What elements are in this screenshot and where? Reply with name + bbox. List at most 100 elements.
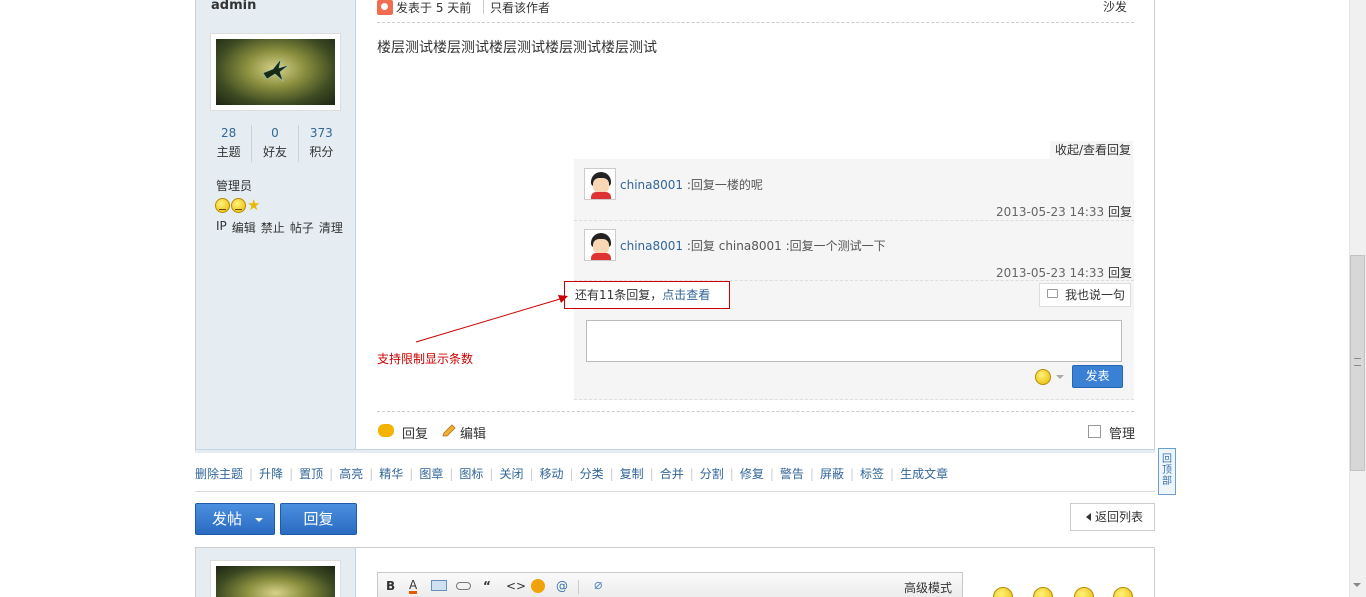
author-avatar[interactable] bbox=[210, 33, 341, 111]
divider bbox=[195, 491, 1155, 492]
comment-text: :回复一楼的呢 bbox=[686, 178, 763, 192]
author-name[interactable]: admin bbox=[211, 0, 256, 13]
mod-action[interactable]: 生成文章 bbox=[900, 465, 948, 483]
annotation-label: 支持限制显示条数 bbox=[377, 352, 474, 366]
comment-avatar[interactable] bbox=[584, 168, 616, 200]
comment-text: :回复 china8001 :回复一个测试一下 bbox=[686, 239, 886, 253]
comment-bubble-icon bbox=[1047, 289, 1058, 298]
divider bbox=[377, 411, 1134, 412]
post-divider bbox=[195, 449, 1155, 453]
author-stats: 28 主题 0 好友 373 积分 bbox=[206, 125, 344, 162]
back-to-list-button[interactable]: 返回列表 bbox=[1070, 503, 1155, 531]
mod-action[interactable]: 警告 bbox=[780, 465, 804, 483]
comment-user-link[interactable]: china8001 bbox=[620, 178, 683, 192]
scroll-down-arrow-icon[interactable] bbox=[1353, 583, 1361, 587]
smiley-picker-icon[interactable] bbox=[1035, 369, 1051, 385]
comment-user-link[interactable]: china8001 bbox=[620, 239, 683, 253]
font-color-button[interactable]: A bbox=[409, 579, 418, 594]
comment-avatar[interactable] bbox=[584, 229, 616, 261]
comment-item: china8001 :回复 china8001 :回复一个测试一下 bbox=[620, 237, 886, 254]
mod-action[interactable]: 分割 bbox=[700, 465, 724, 483]
add-comment-button[interactable]: 我也说一句 bbox=[1039, 283, 1131, 307]
divider bbox=[377, 22, 1134, 23]
mod-action[interactable]: 标签 bbox=[860, 465, 884, 483]
mod-action[interactable]: 高亮 bbox=[339, 465, 363, 483]
admin-link-ban[interactable]: 禁止 bbox=[261, 219, 285, 236]
mod-action[interactable]: 置顶 bbox=[299, 465, 323, 483]
mod-action[interactable]: 复制 bbox=[620, 465, 644, 483]
chevron-down-icon bbox=[255, 518, 263, 522]
comment-item: china8001 :回复一楼的呢 bbox=[620, 176, 763, 193]
comment-time: 2013-05-23 14:33 bbox=[996, 266, 1105, 280]
new-post-button[interactable]: 发帖 bbox=[195, 503, 275, 535]
mod-action[interactable]: 屏蔽 bbox=[820, 465, 844, 483]
mod-action[interactable]: 升降 bbox=[259, 465, 283, 483]
stat-points[interactable]: 373 积分 bbox=[297, 125, 344, 162]
reply-link[interactable]: 回复 bbox=[402, 423, 428, 442]
comment-reply-link[interactable]: 回复 bbox=[1108, 266, 1132, 280]
admin-link-posts[interactable]: 帖子 bbox=[290, 219, 314, 236]
moderation-bar: 删除主题 | 升降 | 置顶 | 高亮 | 精华 | 图章 | 图标 | 关闭 | 移动 | 分类… bbox=[195, 465, 949, 483]
pencil-icon[interactable] bbox=[441, 424, 457, 438]
mod-action[interactable]: 图标 bbox=[459, 465, 483, 483]
online-status-icon bbox=[377, 0, 393, 15]
admin-link-edit[interactable]: 编辑 bbox=[232, 219, 256, 236]
stat-threads[interactable]: 28 主题 bbox=[206, 125, 251, 162]
comment-submit-button[interactable]: 发表 bbox=[1072, 365, 1123, 388]
divider bbox=[574, 220, 1134, 221]
comment-reply-link[interactable]: 回复 bbox=[1108, 205, 1132, 219]
attachment-icon[interactable]: ⌀ bbox=[594, 577, 602, 593]
manage-label: 管理 bbox=[1109, 427, 1136, 442]
mention-button[interactable]: @ bbox=[556, 579, 568, 593]
quote-button[interactable]: “ bbox=[483, 579, 491, 593]
add-comment-label: 我也说一句 bbox=[1065, 288, 1126, 302]
smiley-rank-icon bbox=[215, 198, 230, 213]
reply-button[interactable]: 回复 bbox=[280, 503, 357, 535]
mod-action[interactable]: 精华 bbox=[379, 465, 403, 483]
admin-link-clean[interactable]: 清理 bbox=[319, 219, 343, 236]
comment-time: 2013-05-23 14:33 bbox=[996, 205, 1105, 219]
emoji-icon[interactable] bbox=[531, 579, 545, 593]
image-icon[interactable] bbox=[431, 580, 447, 591]
bird-image-icon bbox=[262, 58, 290, 82]
advanced-mode-link[interactable]: 高级模式 bbox=[904, 579, 952, 596]
editor-toolbar: B A “ <> @ ⌀ 高级模式 bbox=[377, 572, 963, 597]
floor-number[interactable]: 沙发 bbox=[1103, 0, 1127, 15]
comment-input[interactable] bbox=[586, 320, 1122, 362]
edit-link[interactable]: 编辑 bbox=[460, 423, 486, 442]
bold-button[interactable]: B bbox=[386, 579, 395, 593]
view-more-link[interactable]: 点击查看 bbox=[662, 288, 710, 302]
new-post-label: 发帖 bbox=[212, 510, 243, 528]
divider bbox=[574, 399, 1134, 400]
manage-checkbox[interactable] bbox=[1088, 425, 1101, 438]
author-role: 管理员 bbox=[216, 179, 253, 193]
mod-action[interactable]: 删除主题 bbox=[195, 465, 243, 483]
rank-icons: ★ bbox=[215, 198, 262, 213]
back-to-top-button[interactable]: 回顶部 bbox=[1158, 448, 1176, 495]
more-replies-text: 还有11条回复， bbox=[575, 288, 663, 302]
stat-friends[interactable]: 0 好友 bbox=[251, 125, 297, 162]
more-replies-box: 还有11条回复，点击查看 bbox=[564, 281, 730, 309]
mod-action[interactable]: 移动 bbox=[540, 465, 564, 483]
mod-action[interactable]: 分类 bbox=[580, 465, 604, 483]
comment-meta: 2013-05-23 14:33 回复 bbox=[996, 203, 1132, 220]
toggle-replies-link[interactable]: 收起/查看回复 bbox=[1050, 141, 1134, 159]
chevron-down-icon[interactable] bbox=[1056, 375, 1064, 379]
chevron-left-icon bbox=[1086, 513, 1091, 521]
mod-action[interactable]: 合并 bbox=[660, 465, 684, 483]
only-author-link[interactable]: 只看该作者 bbox=[490, 0, 550, 16]
star-rank-icon: ★ bbox=[247, 196, 261, 214]
grip-icon bbox=[1354, 358, 1361, 366]
reply-bubble-icon[interactable] bbox=[378, 424, 394, 437]
admin-link-ip[interactable]: IP bbox=[216, 219, 227, 236]
comment-meta: 2013-05-23 14:33 回复 bbox=[996, 264, 1132, 281]
smiley-rank-icon bbox=[231, 198, 246, 213]
code-button[interactable]: <> bbox=[506, 579, 526, 593]
divider bbox=[483, 0, 484, 14]
quick-reply-avatar[interactable] bbox=[210, 560, 341, 597]
divider bbox=[578, 580, 579, 594]
mod-action[interactable]: 图章 bbox=[419, 465, 443, 483]
mod-action[interactable]: 修复 bbox=[740, 465, 764, 483]
link-icon[interactable] bbox=[456, 582, 471, 590]
mod-action[interactable]: 关闭 bbox=[499, 465, 523, 483]
